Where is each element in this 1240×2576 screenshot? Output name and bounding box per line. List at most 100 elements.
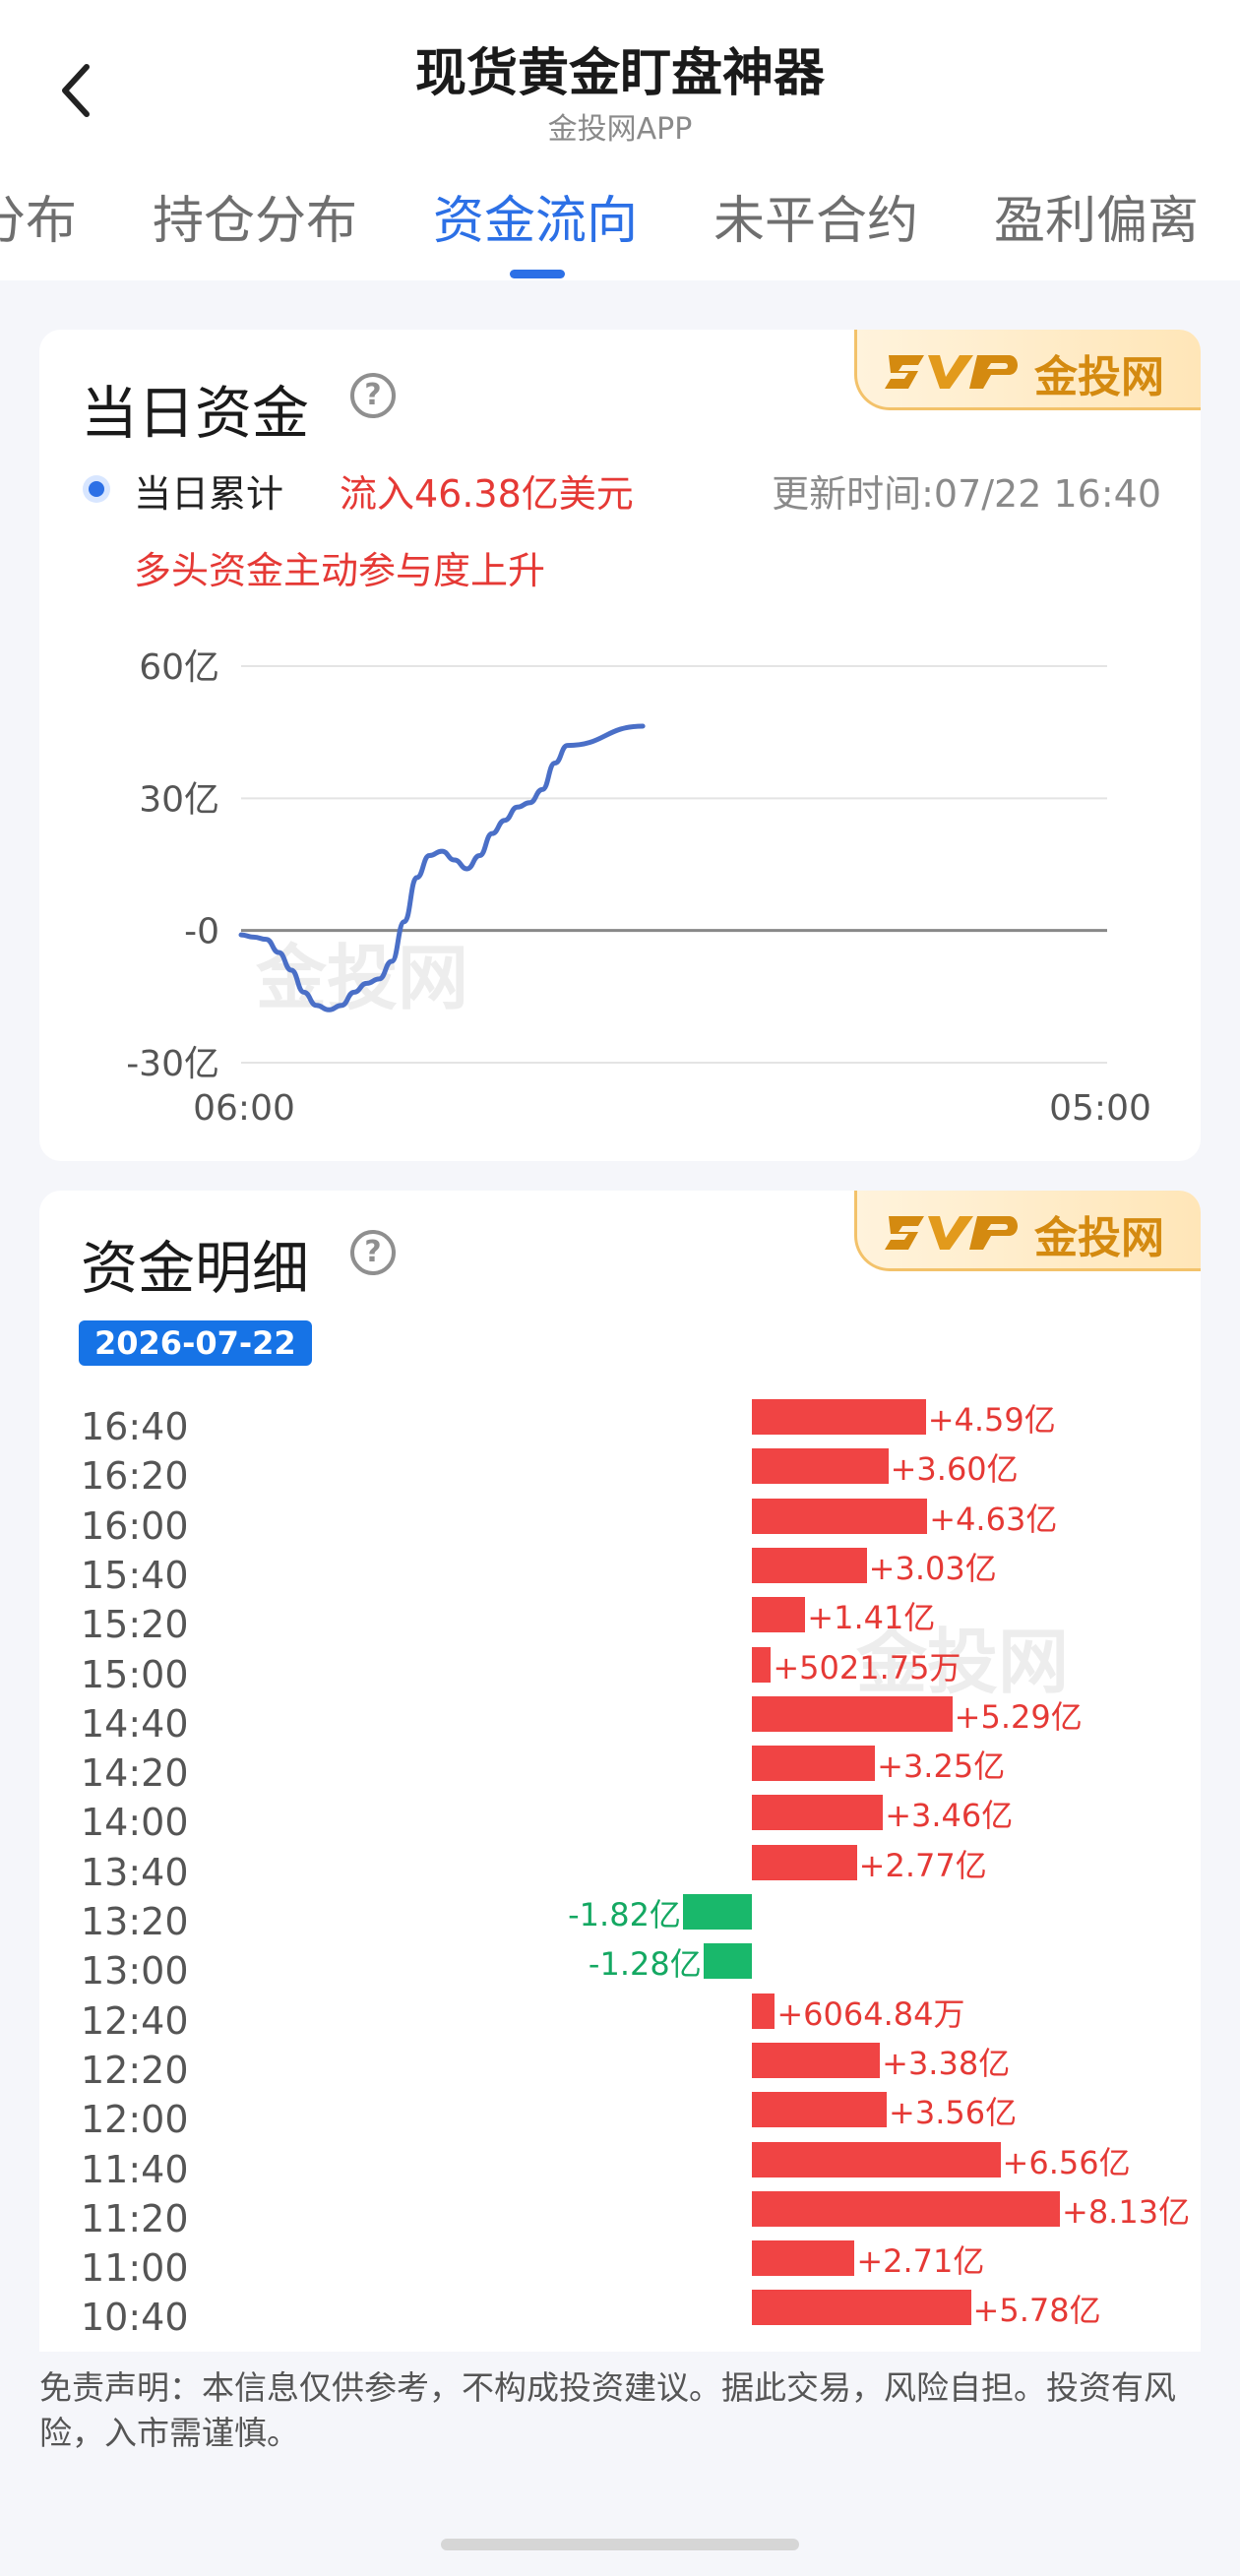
inflow-bar (752, 2290, 971, 2326)
disclaimer-text: 免责声明：本信息仅供参考，不构成投资建议。据此交易，风险自担。投资有风险，入市需… (0, 2352, 1240, 2484)
inflow-bar (752, 1448, 889, 1485)
brand-badge-text: 金投网 (1034, 1213, 1164, 1263)
inflow-bar (752, 1844, 857, 1880)
brand-badge: 金投网 (854, 1191, 1201, 1271)
row-value-label: +3.46亿 (885, 1797, 1014, 1835)
inflow-bar (752, 1547, 867, 1583)
y-tick-label: 60亿 (139, 647, 219, 688)
row-value-label: +4.59亿 (927, 1401, 1056, 1439)
home-indicator[interactable] (441, 2539, 799, 2550)
y-tick-label: -0 (184, 912, 219, 952)
row-value-label: +1.41亿 (807, 1599, 936, 1637)
fund-detail-row: 14:00 +3.46亿 (39, 1795, 1201, 1844)
active-tab-indicator (510, 270, 565, 278)
row-value-label: +3.60亿 (890, 1450, 1019, 1489)
tab-position-distribution[interactable]: 持仓分布 (153, 179, 357, 253)
fund-detail-row: 12:40 +6064.84万 (39, 1993, 1201, 2043)
inflow-bar (752, 1498, 928, 1534)
row-time: 16:40 (81, 1405, 189, 1448)
fund-detail-card: 金投网 资金明细 ? 2026-07-22 金投网 16:40 +4.59亿 16:… (39, 1191, 1201, 2352)
inflow-bar (752, 1646, 772, 1683)
row-value-label: +6064.84万 (776, 1994, 965, 2033)
row-time: 15:00 (81, 1652, 189, 1696)
fund-detail-row: 11:20 +8.13亿 (39, 2190, 1201, 2240)
fund-detail-row: 12:20 +3.38亿 (39, 2042, 1201, 2092)
row-value-label: +2.77亿 (858, 1846, 987, 1884)
row-value-label: +5.78亿 (972, 2292, 1101, 2330)
y-tick-label: 30亿 (139, 779, 219, 820)
inflow-bar (752, 2190, 1060, 2227)
page-title: 现货黄金盯盘神器 (414, 44, 825, 103)
page-subtitle: 金投网APP (547, 112, 693, 147)
fund-detail-row: 15:40 +3.03亿 (39, 1547, 1201, 1597)
row-time: 11:20 (81, 2196, 189, 2240)
cumulative-line-chart: 60亿 30亿 -0 -30亿06:00 05:00 (126, 647, 1151, 1129)
fund-detail-title: 资金明细 (81, 1235, 310, 1302)
tab-profit-deviation[interactable]: 盈利偏离 (994, 179, 1199, 253)
fund-detail-row: 13:20 -1.82亿 (39, 1894, 1201, 1943)
row-value-label: +5021.75万 (773, 1648, 961, 1687)
inflow-bar (752, 2092, 888, 2128)
row-time: 16:20 (81, 1454, 189, 1499)
row-time: 14:20 (81, 1751, 189, 1796)
fund-detail-row: 13:00 -1.28亿 (39, 1943, 1201, 1993)
row-value-label: -1.82亿 (568, 1896, 681, 1933)
inflow-bar (752, 1695, 953, 1732)
row-time: 13:00 (81, 1949, 189, 1993)
row-value-label: +8.13亿 (1062, 2192, 1191, 2231)
row-value-label: +2.71亿 (856, 2242, 985, 2281)
outflow-bar (703, 1943, 752, 1980)
fund-detail-row: 16:20 +3.60亿 (39, 1448, 1201, 1498)
fund-detail-row: 10:40 +5.78亿 (39, 2290, 1201, 2339)
app-header: 现货黄金盯盘神器 金投网APP (0, 0, 1240, 148)
fund-detail-row: 14:40 +5.29亿 (39, 1695, 1201, 1746)
x-tick-label: 06:00 (193, 1088, 295, 1129)
row-value-label: +3.56亿 (889, 2094, 1018, 2132)
row-value-label: +4.63亿 (929, 1500, 1058, 1538)
outflow-bar (682, 1894, 752, 1930)
inflow-bar (752, 1993, 775, 2029)
row-value-label: +3.25亿 (877, 1748, 1006, 1786)
x-tick-label: 05:00 (1049, 1088, 1151, 1129)
tab-distribution[interactable]: 分布 (0, 179, 77, 253)
row-time: 14:40 (81, 1701, 189, 1746)
tab-bar: 分布 持仓分布 资金流向 未平合约 盈利偏离 (0, 148, 1240, 280)
fund-detail-row: 11:40 +6.56亿 (39, 2141, 1201, 2191)
tab-open-interest[interactable]: 未平合约 (713, 179, 918, 253)
y-tick-label: -30亿 (126, 1044, 219, 1084)
question-circle-icon[interactable]: ? (350, 1230, 396, 1275)
fund-detail-row: 11:00 +2.71亿 (39, 2240, 1201, 2290)
daily-fund-card: 金投网 当日资金 ? 当日累计 流入46.38亿美元 更新时间:07/22 16… (39, 330, 1201, 1161)
fund-detail-row: 13:40 +2.77亿 (39, 1844, 1201, 1894)
row-time: 16:00 (81, 1503, 189, 1548)
row-time: 12:20 (81, 2048, 189, 2092)
inflow-bar (752, 1597, 806, 1633)
fund-detail-row: 16:40 +4.59亿 (39, 1399, 1201, 1448)
row-time: 13:40 (81, 1850, 189, 1894)
tab-fund-flow[interactable]: 资金流向 (433, 179, 638, 253)
fund-detail-row: 16:00 +4.63亿 (39, 1498, 1201, 1548)
date-badge: 2026-07-22 (79, 1320, 312, 1366)
fund-detail-row: 14:20 +3.25亿 (39, 1746, 1201, 1795)
row-time: 12:00 (81, 2098, 189, 2142)
row-time: 12:40 (81, 1998, 189, 2043)
row-time: 11:00 (81, 2246, 189, 2291)
inflow-bar (752, 2240, 855, 2277)
fund-detail-row: 12:00 +3.56亿 (39, 2092, 1201, 2141)
row-time: 15:20 (81, 1603, 189, 1647)
inflow-bar (752, 1795, 884, 1831)
row-value-label: +5.29亿 (954, 1697, 1083, 1736)
inflow-bar (752, 1746, 876, 1782)
row-value-label: -1.28亿 (588, 1945, 702, 1984)
inflow-bar (752, 2141, 1001, 2177)
row-value-label: +3.38亿 (882, 2044, 1011, 2082)
row-time: 14:00 (81, 1801, 189, 1845)
row-time: 10:40 (81, 2296, 189, 2340)
row-time: 11:40 (81, 2147, 189, 2191)
fund-detail-row: 15:20 +1.41亿 (39, 1597, 1201, 1646)
row-value-label: +6.56亿 (1002, 2143, 1131, 2181)
fund-detail-row: 15:00 +5021.75万 (39, 1646, 1201, 1696)
row-time: 13:20 (81, 1900, 189, 1943)
row-value-label: +3.03亿 (868, 1549, 997, 1587)
inflow-bar (752, 2042, 881, 2078)
